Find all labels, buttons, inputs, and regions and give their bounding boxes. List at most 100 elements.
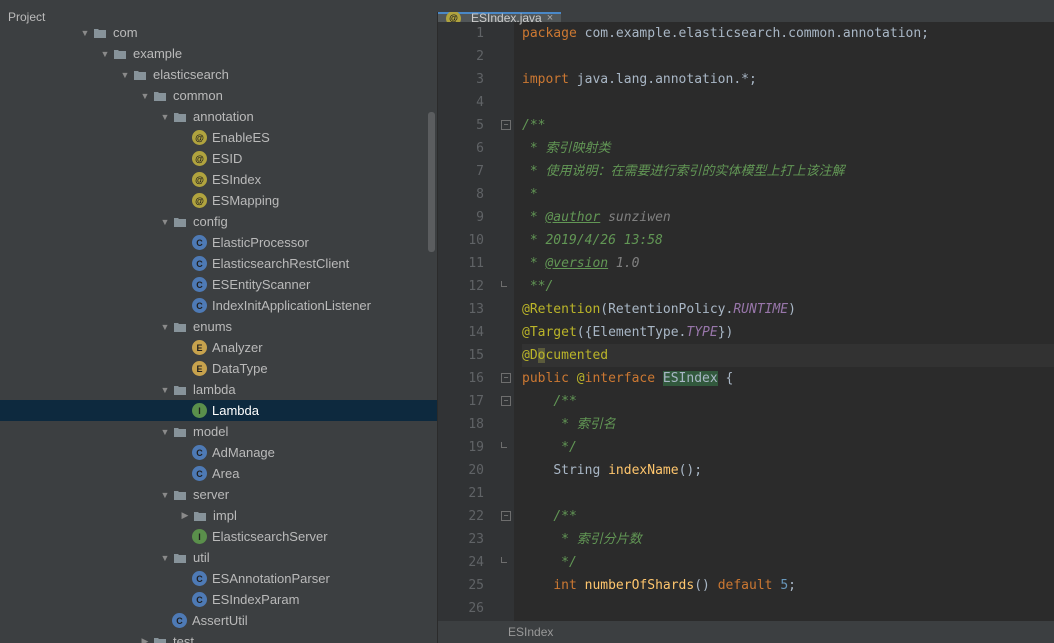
expand-icon[interactable]: ▼ (158, 427, 172, 437)
line-number[interactable]: 7 (438, 160, 484, 183)
fold-toggle[interactable]: − (501, 373, 511, 383)
tree-item-elasticsearchserver[interactable]: IElasticsearchServer (0, 526, 437, 547)
code-line[interactable]: @Retention(RetentionPolicy.RUNTIME) (522, 298, 1054, 321)
expand-icon[interactable]: ▼ (158, 322, 172, 332)
code-line[interactable]: * 索引映射类 (522, 137, 1054, 160)
code-line[interactable] (522, 91, 1054, 114)
code-line[interactable]: * (522, 183, 1054, 206)
line-number[interactable]: 15 (438, 344, 484, 367)
tree-item-model[interactable]: ▼model (0, 421, 437, 442)
code-line[interactable]: * 使用说明：在需要进行索引的实体模型上打上该注解 (522, 160, 1054, 183)
fold-toggle[interactable]: − (501, 396, 511, 406)
tree-item-indexinitapplicationlistener[interactable]: CIndexInitApplicationListener (0, 295, 437, 316)
tree-item-analyzer[interactable]: EAnalyzer (0, 337, 437, 358)
tree-item-config[interactable]: ▼config (0, 211, 437, 232)
breadcrumb-bar[interactable]: ESIndex (438, 621, 1054, 643)
line-number[interactable]: 11 (438, 252, 484, 275)
tree-item-esindex[interactable]: @ESIndex (0, 169, 437, 190)
tree-item-impl[interactable]: ▶impl (0, 505, 437, 526)
tree-item-elasticsearch[interactable]: ▼elasticsearch (0, 64, 437, 85)
line-number[interactable]: 6 (438, 137, 484, 160)
tree-item-example[interactable]: ▼example (0, 43, 437, 64)
expand-icon[interactable]: ▼ (158, 217, 172, 227)
code-line[interactable]: **/ (522, 275, 1054, 298)
tree-item-lambda[interactable]: ▼lambda (0, 379, 437, 400)
code-line[interactable] (522, 45, 1054, 68)
scrollbar-thumb[interactable] (428, 112, 435, 252)
breadcrumb[interactable]: ESIndex (508, 625, 553, 639)
expand-icon[interactable]: ▼ (158, 553, 172, 563)
code-line[interactable]: * 索引名 (522, 413, 1054, 436)
expand-icon[interactable]: ▼ (158, 490, 172, 500)
tab-esindex[interactable]: @ ESIndex.java × (438, 12, 561, 22)
code-line[interactable]: @Target({ElementType.TYPE}) (522, 321, 1054, 344)
tree-item-esannotationparser[interactable]: CESAnnotationParser (0, 568, 437, 589)
code-line[interactable]: /** (522, 114, 1054, 137)
line-number[interactable]: 16 (438, 367, 484, 390)
fold-column[interactable]: − − − − (500, 22, 514, 621)
line-number[interactable]: 13 (438, 298, 484, 321)
code-line[interactable]: */ (522, 436, 1054, 459)
line-number[interactable]: 18 (438, 413, 484, 436)
code-line[interactable] (522, 482, 1054, 505)
tree-item-com[interactable]: ▼com (0, 22, 437, 43)
fold-toggle[interactable]: − (501, 120, 511, 130)
code-line[interactable]: import java.lang.annotation.*; (522, 68, 1054, 91)
tree-item-area[interactable]: CArea (0, 463, 437, 484)
tree-item-util[interactable]: ▼util (0, 547, 437, 568)
tree-item-esentityscanner[interactable]: CESEntityScanner (0, 274, 437, 295)
tree-item-datatype[interactable]: EDataType (0, 358, 437, 379)
tree-item-enums[interactable]: ▼enums (0, 316, 437, 337)
tree-item-elasticprocessor[interactable]: CElasticProcessor (0, 232, 437, 253)
project-tree[interactable]: ▼com▼example▼elasticsearch▼common▼annota… (0, 22, 437, 643)
project-header[interactable]: Project (0, 12, 437, 22)
tree-item-assertutil[interactable]: CAssertUtil (0, 610, 437, 631)
line-number[interactable]: 8 (438, 183, 484, 206)
expand-icon[interactable]: ▼ (118, 70, 132, 80)
fold-toggle[interactable]: − (501, 511, 511, 521)
tree-item-enablees[interactable]: @EnableES (0, 127, 437, 148)
tree-item-annotation[interactable]: ▼annotation (0, 106, 437, 127)
expand-icon[interactable]: ▼ (138, 91, 152, 101)
code-line[interactable]: /** (522, 505, 1054, 528)
expand-icon[interactable]: ▼ (98, 49, 112, 59)
code-line[interactable]: int numberOfShards() default 5; (522, 574, 1054, 597)
tree-item-common[interactable]: ▼common (0, 85, 437, 106)
line-number[interactable]: 3 (438, 68, 484, 91)
line-number[interactable]: 25 (438, 574, 484, 597)
line-number[interactable]: 9 (438, 206, 484, 229)
code-line[interactable]: * 索引分片数 (522, 528, 1054, 551)
line-gutter[interactable]: 1234567891011121314151617181920212223242… (438, 22, 500, 621)
line-number[interactable]: 19 (438, 436, 484, 459)
expand-icon[interactable]: ▼ (78, 28, 92, 38)
tree-item-esid[interactable]: @ESID (0, 148, 437, 169)
tree-item-admanage[interactable]: CAdManage (0, 442, 437, 463)
expand-icon[interactable]: ▼ (158, 385, 172, 395)
code-line[interactable]: package com.example.elasticsearch.common… (522, 22, 1054, 45)
code-line[interactable]: * @author sunziwen (522, 206, 1054, 229)
line-number[interactable]: 24 (438, 551, 484, 574)
line-number[interactable]: 2 (438, 45, 484, 68)
code-editor[interactable]: 1234567891011121314151617181920212223242… (438, 22, 1054, 621)
line-number[interactable]: 26 (438, 597, 484, 620)
fold-toggle[interactable] (501, 557, 507, 563)
line-number[interactable]: 5 (438, 114, 484, 137)
line-number[interactable]: 12 (438, 275, 484, 298)
code-line[interactable]: public @interface ESIndex { (522, 367, 1054, 390)
fold-toggle[interactable] (501, 281, 507, 287)
tree-item-esindexparam[interactable]: CESIndexParam (0, 589, 437, 610)
editor-tabbar[interactable]: @ ESIndex.java × (438, 12, 1054, 22)
tree-item-test[interactable]: ▶test (0, 631, 437, 643)
expand-icon[interactable]: ▶ (178, 510, 192, 521)
line-number[interactable]: 10 (438, 229, 484, 252)
code-line[interactable]: @Documented (522, 344, 1054, 367)
tree-item-lambda[interactable]: ILambda (0, 400, 437, 421)
code-line[interactable]: */ (522, 551, 1054, 574)
fold-toggle[interactable] (501, 442, 507, 448)
code-line[interactable]: * @version 1.0 (522, 252, 1054, 275)
line-number[interactable]: 4 (438, 91, 484, 114)
tree-item-esmapping[interactable]: @ESMapping (0, 190, 437, 211)
line-number[interactable]: 1 (438, 22, 484, 45)
line-number[interactable]: 23 (438, 528, 484, 551)
line-number[interactable]: 17 (438, 390, 484, 413)
